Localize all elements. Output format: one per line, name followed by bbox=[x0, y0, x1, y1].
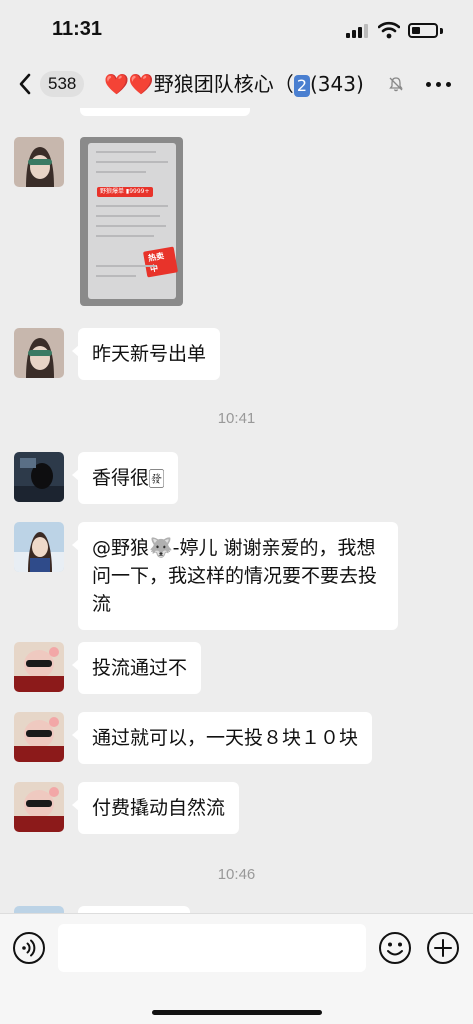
message-bubble[interactable]: 昨天新号出单 bbox=[71, 328, 221, 380]
avatar[interactable] bbox=[14, 782, 64, 832]
cellular-signal-icon bbox=[346, 24, 370, 38]
chat-message-list[interactable]: 野狼爆单 ▮9999+ 热卖中 昨天新号出单 10:41 香得很🀅 @野狼🐺-婷… bbox=[0, 108, 473, 913]
message-text-input[interactable] bbox=[58, 924, 366, 972]
timestamp-separator: 10:41 bbox=[217, 410, 256, 427]
image-promo-label: 野狼爆单 ▮9999+ bbox=[97, 187, 153, 197]
chat-title[interactable]: ❤️❤️野狼团队核心（ 2 (343) bbox=[104, 70, 394, 98]
more-options-icon[interactable] bbox=[424, 72, 454, 96]
status-time: 11:31 bbox=[52, 18, 103, 40]
emoji-icon[interactable] bbox=[378, 931, 412, 965]
avatar[interactable] bbox=[14, 642, 64, 692]
timestamp-separator: 10:46 bbox=[217, 866, 256, 883]
image-live-sticker: 热卖中 bbox=[142, 246, 179, 278]
battery-icon bbox=[408, 23, 438, 38]
status-bar: 11:31 bbox=[0, 0, 473, 60]
avatar[interactable] bbox=[14, 712, 64, 762]
avatar[interactable] bbox=[14, 328, 64, 378]
avatar[interactable] bbox=[14, 452, 64, 502]
message-bubble[interactable]: 投流通过不 bbox=[71, 642, 202, 694]
message-bubble[interactable]: @野狼🐺-婷儿 谢谢亲爱的，我想问一下，我这样的情况要不要去投流 bbox=[72, 522, 398, 630]
member-count: (343) bbox=[310, 72, 364, 96]
battery-cap bbox=[440, 28, 443, 34]
plus-icon[interactable] bbox=[426, 931, 460, 965]
mute-bell-icon bbox=[389, 77, 403, 92]
message-input-bar bbox=[0, 913, 473, 1024]
avatar[interactable] bbox=[14, 522, 64, 572]
image-message[interactable]: 野狼爆单 ▮9999+ 热卖中 bbox=[80, 137, 183, 306]
wifi-icon bbox=[378, 21, 400, 39]
avatar[interactable] bbox=[14, 906, 64, 913]
battery-level bbox=[412, 27, 420, 34]
home-indicator bbox=[152, 1010, 322, 1015]
message-bubble[interactable]: 付费撬动自然流 bbox=[71, 782, 240, 834]
message-bubble[interactable]: 通过就可以，一天投８块１０块 bbox=[71, 712, 373, 764]
message-bubble[interactable]: 香得很🀅 bbox=[71, 452, 179, 504]
unread-count-badge[interactable]: 538 bbox=[40, 71, 85, 97]
back-arrow-icon[interactable] bbox=[14, 70, 38, 98]
voice-input-icon[interactable] bbox=[12, 931, 46, 965]
avatar[interactable] bbox=[14, 137, 64, 187]
chat-title-name: ❤️❤️野狼团队核心（ bbox=[104, 72, 294, 96]
image-message-screen: 野狼爆单 ▮9999+ 热卖中 bbox=[88, 143, 179, 299]
chat-header: 538 ❤️❤️野狼团队核心（ 2 (343) bbox=[0, 60, 473, 108]
message-bubble-partial bbox=[80, 108, 250, 116]
message-bubble-partial bbox=[78, 906, 190, 913]
chat-title-number-badge: 2 bbox=[293, 75, 310, 97]
